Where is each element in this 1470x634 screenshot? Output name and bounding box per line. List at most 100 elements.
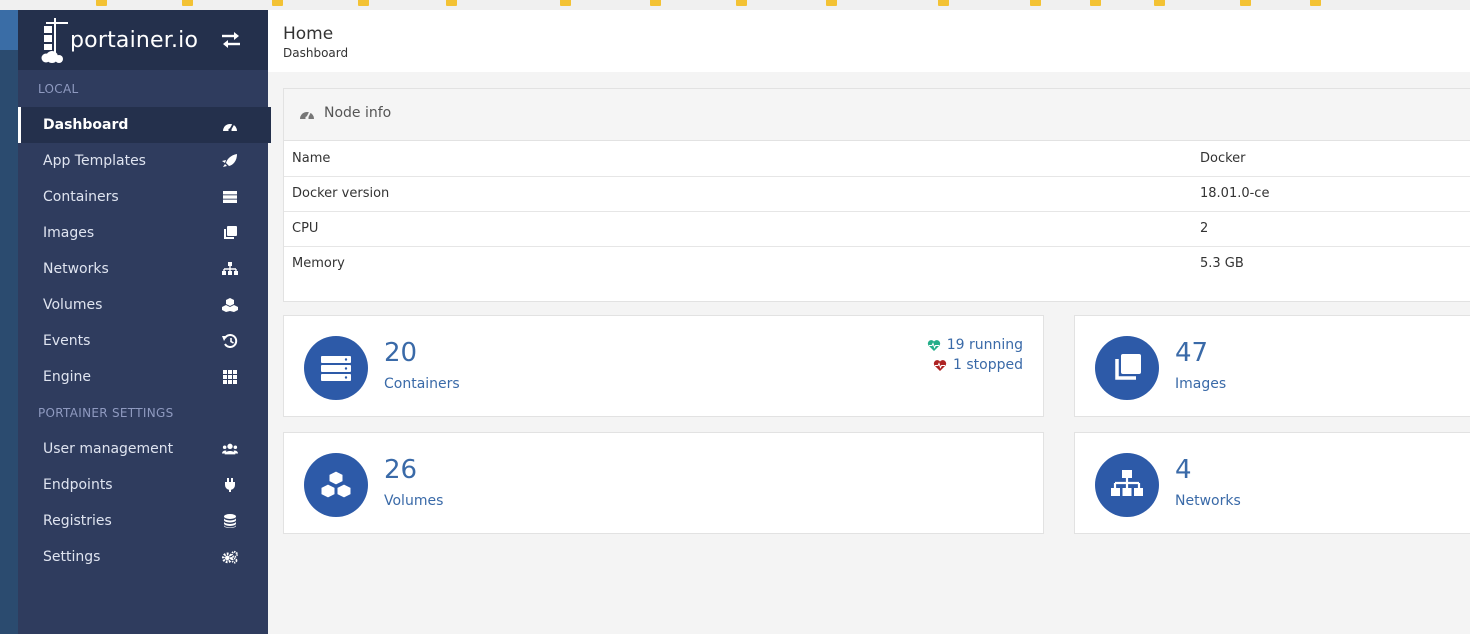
history-icon [222,334,238,348]
images-widget-icon-circle [1095,336,1159,400]
bookmark-folder[interactable] [1240,0,1256,7]
dashboard-icon [223,122,237,132]
switch-endpoint-icon[interactable] [220,32,242,48]
sidebar-item-label: Dashboard [43,117,129,133]
bookmark-folder[interactable] [1154,0,1170,7]
folder-icon [560,0,571,6]
table-row: CPU 2 [284,211,1470,247]
row-key: CPU [292,221,319,236]
rocket-icon [222,154,237,167]
heartbeat-icon [927,339,940,351]
folder-icon [446,0,457,6]
bookmark-folder[interactable] [560,0,576,7]
server-icon [223,191,237,203]
sidebar-item-settings[interactable]: Settings [18,539,268,575]
breadcrumb: Dashboard [283,46,349,60]
volumes-widget-icon-circle [304,453,368,517]
networks-widget[interactable]: 4 Networks [1074,432,1470,534]
networks-count: 4 [1175,455,1192,485]
sidebar-item-user-management[interactable]: User management [18,431,268,467]
containers-count: 20 [384,338,418,368]
images-widget[interactable]: 47 Images [1074,315,1470,417]
grid-icon [223,370,237,384]
networks-label: Networks [1175,493,1241,509]
bookmark-folder[interactable] [650,0,666,7]
sidebar-item-containers[interactable]: Containers [18,179,268,215]
sidebar-item-endpoints[interactable]: Endpoints [18,467,268,503]
folder-icon [1154,0,1165,6]
heartbeat-icon [933,359,947,371]
bookmark-folder[interactable] [1030,0,1046,7]
sidebar-item-label: Events [43,333,91,349]
logo-text: portainer.io [70,28,199,53]
sidebar-item-label: Images [43,225,95,241]
folder-icon [736,0,747,6]
plug-icon [225,478,235,492]
bookmark-folder[interactable] [1090,0,1106,7]
folder-icon [1090,0,1101,6]
bookmark-folder[interactable] [826,0,842,7]
folder-icon [182,0,193,6]
containers-running-status: 19 running [927,337,1023,353]
sitemap-icon [1111,470,1143,496]
sidebar-item-dashboard[interactable]: Dashboard [18,107,271,143]
sidebar-item-label: Engine [43,369,91,385]
images-count: 47 [1175,338,1209,368]
cubes-icon [222,298,238,312]
desktop-highlight [0,10,18,50]
users-icon [222,443,238,455]
section-title-portainer-settings: PORTAINER SETTINGS [38,406,174,420]
row-key: Docker version [292,186,390,201]
folder-icon [1310,0,1321,6]
bookmark-folder[interactable] [358,0,374,7]
database-icon [224,514,236,528]
row-key: Name [292,151,331,166]
containers-label: Containers [384,376,460,392]
row-value: 5.3 GB [1200,256,1244,271]
node-info-title: Node info [324,105,392,121]
sidebar-item-events[interactable]: Events [18,323,268,359]
bookmark-folder[interactable] [96,0,112,7]
sidebar-item-images[interactable]: Images [18,215,268,251]
clone-icon [1115,354,1141,380]
containers-widget[interactable]: 20 Containers 19 running 1 stopped [283,315,1044,417]
folder-icon [272,0,283,6]
sidebar: portainer.io LOCAL Dashboard App Templat… [18,10,271,634]
sidebar-item-label: Containers [43,189,119,205]
bookmark-folder[interactable] [272,0,288,7]
sidebar-item-label: Registries [43,513,112,529]
sidebar-item-label: User management [43,441,174,457]
sidebar-item-label: Settings [43,549,101,565]
stopped-count-text: 1 stopped [953,357,1023,373]
sidebar-item-label: Volumes [43,297,103,313]
bookmark-folder[interactable] [1310,0,1326,7]
networks-widget-icon-circle [1095,453,1159,517]
folder-icon [1240,0,1251,6]
containers-widget-icon-circle [304,336,368,400]
sidebar-item-networks[interactable]: Networks [18,251,268,287]
cubes-icon [320,470,352,499]
bookmark-folder[interactable] [182,0,198,7]
sidebar-item-volumes[interactable]: Volumes [18,287,268,323]
table-row: Memory 5.3 GB [284,246,1470,281]
tachometer-icon [300,111,314,120]
bookmark-folder[interactable] [938,0,954,7]
sidebar-item-app-templates[interactable]: App Templates [18,143,268,179]
sidebar-item-label: Endpoints [43,477,113,493]
bookmark-folder[interactable] [736,0,752,7]
node-info-header: Node info [284,89,1470,141]
row-key: Memory [292,256,345,271]
folder-icon [358,0,369,6]
row-value: 18.01.0-ce [1200,186,1270,201]
sidebar-item-registries[interactable]: Registries [18,503,268,539]
page-title: Home [283,24,334,44]
volumes-widget[interactable]: 26 Volumes [283,432,1044,534]
table-row: Docker version 18.01.0-ce [284,176,1470,212]
containers-stopped-status: 1 stopped [933,357,1023,373]
sidebar-item-engine[interactable]: Engine [18,359,268,395]
images-label: Images [1175,376,1227,392]
cogs-icon [222,550,238,564]
server-icon [321,356,351,381]
brand-header: portainer.io [18,10,268,70]
bookmark-folder[interactable] [446,0,462,7]
